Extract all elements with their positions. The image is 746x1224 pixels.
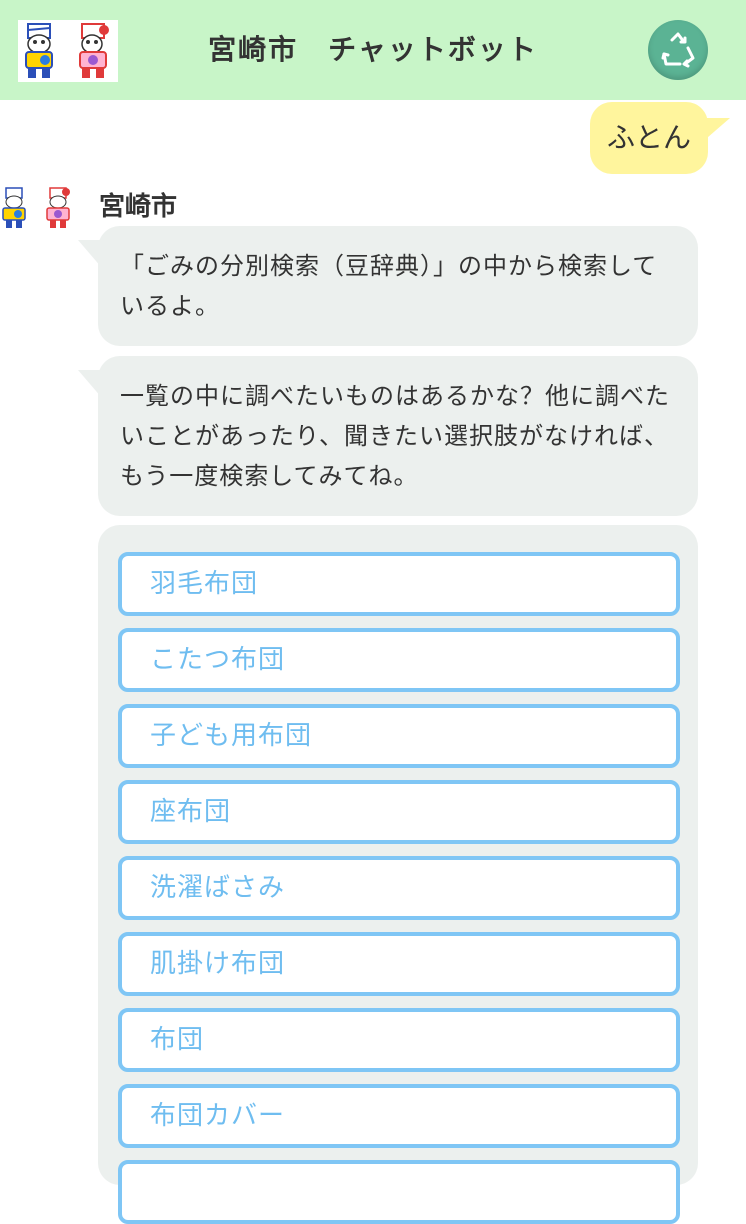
bot-name: 宮崎市 [99,192,178,222]
app-header: 宮崎市 チャットボット [0,0,746,100]
page-title: 宮崎市 チャットボット [208,33,538,66]
option-button-partial[interactable] [118,1160,680,1224]
bot-message-bubble: 一覧の中に調べたいものはあるかな？他に調べたいことがあったり、聞きたい選択肢がな… [98,356,698,516]
recycle-button[interactable] [648,20,708,80]
option-button[interactable]: 肌掛け布団 [118,932,680,996]
option-button[interactable]: 布団 [118,1008,680,1072]
option-button[interactable]: 洗濯ばさみ [118,856,680,920]
option-button[interactable]: 子ども用布団 [118,704,680,768]
option-button[interactable]: 布団カバー [118,1084,680,1148]
recycle-icon [661,32,695,68]
option-button[interactable]: こたつ布団 [118,628,680,692]
options-card: 羽毛布団 こたつ布団 子ども用布団 座布団 洗濯ばさみ 肌掛け布団 布団 布団カ… [98,525,698,1224]
bot-message-bubble: 「ごみの分別検索（豆辞典）」の中から検索しているよ。 [98,226,698,346]
option-button[interactable]: 羽毛布団 [118,552,680,616]
bot-avatar [0,184,80,234]
option-button[interactable]: 座布団 [118,780,680,844]
user-message-bubble: ふとん [590,102,708,174]
